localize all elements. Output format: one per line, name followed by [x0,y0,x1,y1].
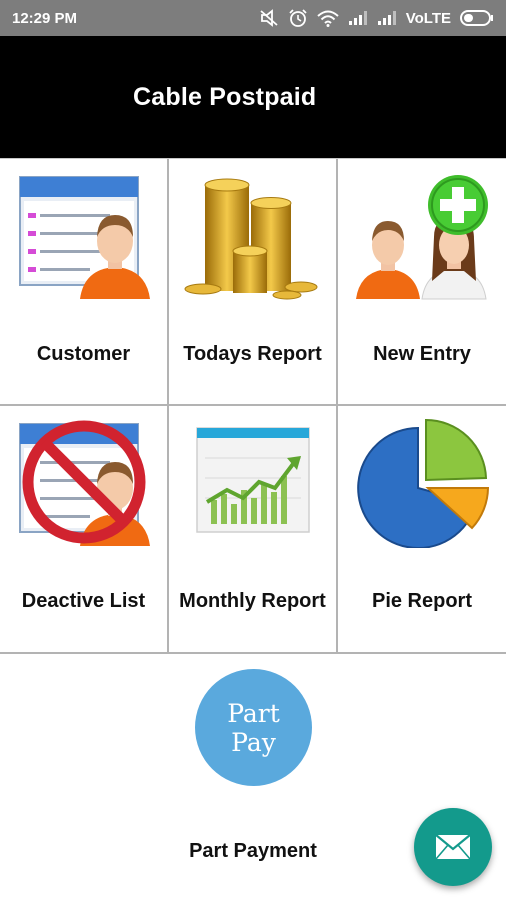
menu-row: Customer Todays Report New Entry [0,158,506,406]
network-type-label: VoLTE [405,9,451,27]
battery-icon [460,10,493,26]
deactive-list-label: Deactive List [21,590,146,612]
alarm-icon [289,9,307,27]
monthly-report-label: Monthly Report [179,590,326,612]
customer-label: Customer [36,343,131,365]
menu-row: Deactive List Monthly Report Pie Report [0,406,506,654]
part-pay-icon: Part Pay [195,669,312,786]
pie-report-tile[interactable]: Pie Report [338,406,506,652]
status-time: 12:29 PM [12,9,78,27]
customer-card-icon [19,176,150,299]
status-bar: 12:29 PM VoLTE [0,0,506,36]
part-pay-icon-text: Part [227,698,280,728]
deactive-list-tile[interactable]: Deactive List [0,406,169,652]
menu-grid: Customer Todays Report New Entry Deactiv… [0,158,506,654]
app-title: Cable Postpaid [133,82,317,111]
customer-tile[interactable]: Customer [0,159,169,404]
new-entry-tile[interactable]: New Entry [338,159,506,404]
signal-icon [377,11,396,25]
wifi-icon [317,10,339,27]
new-entry-label: New Entry [373,343,471,365]
pie-report-label: Pie Report [371,590,473,612]
pie-chart-icon [357,418,490,548]
mail-fab-button[interactable] [414,808,492,886]
mail-icon [435,834,471,860]
signal-icon [348,11,367,25]
mute-icon [260,9,278,27]
app-bar: Cable Postpaid [0,36,506,158]
blocked-customer-icon [19,420,150,546]
todays-report-label: Todays Report [183,343,322,365]
monthly-report-tile[interactable]: Monthly Report [169,406,338,652]
coin-stack-icon [184,178,318,300]
status-icons: VoLTE [259,8,494,28]
line-chart-icon [196,427,310,533]
todays-report-tile[interactable]: Todays Report [169,159,338,404]
add-users-icon [356,175,488,300]
part-pay-icon-text: Pay [231,727,276,757]
